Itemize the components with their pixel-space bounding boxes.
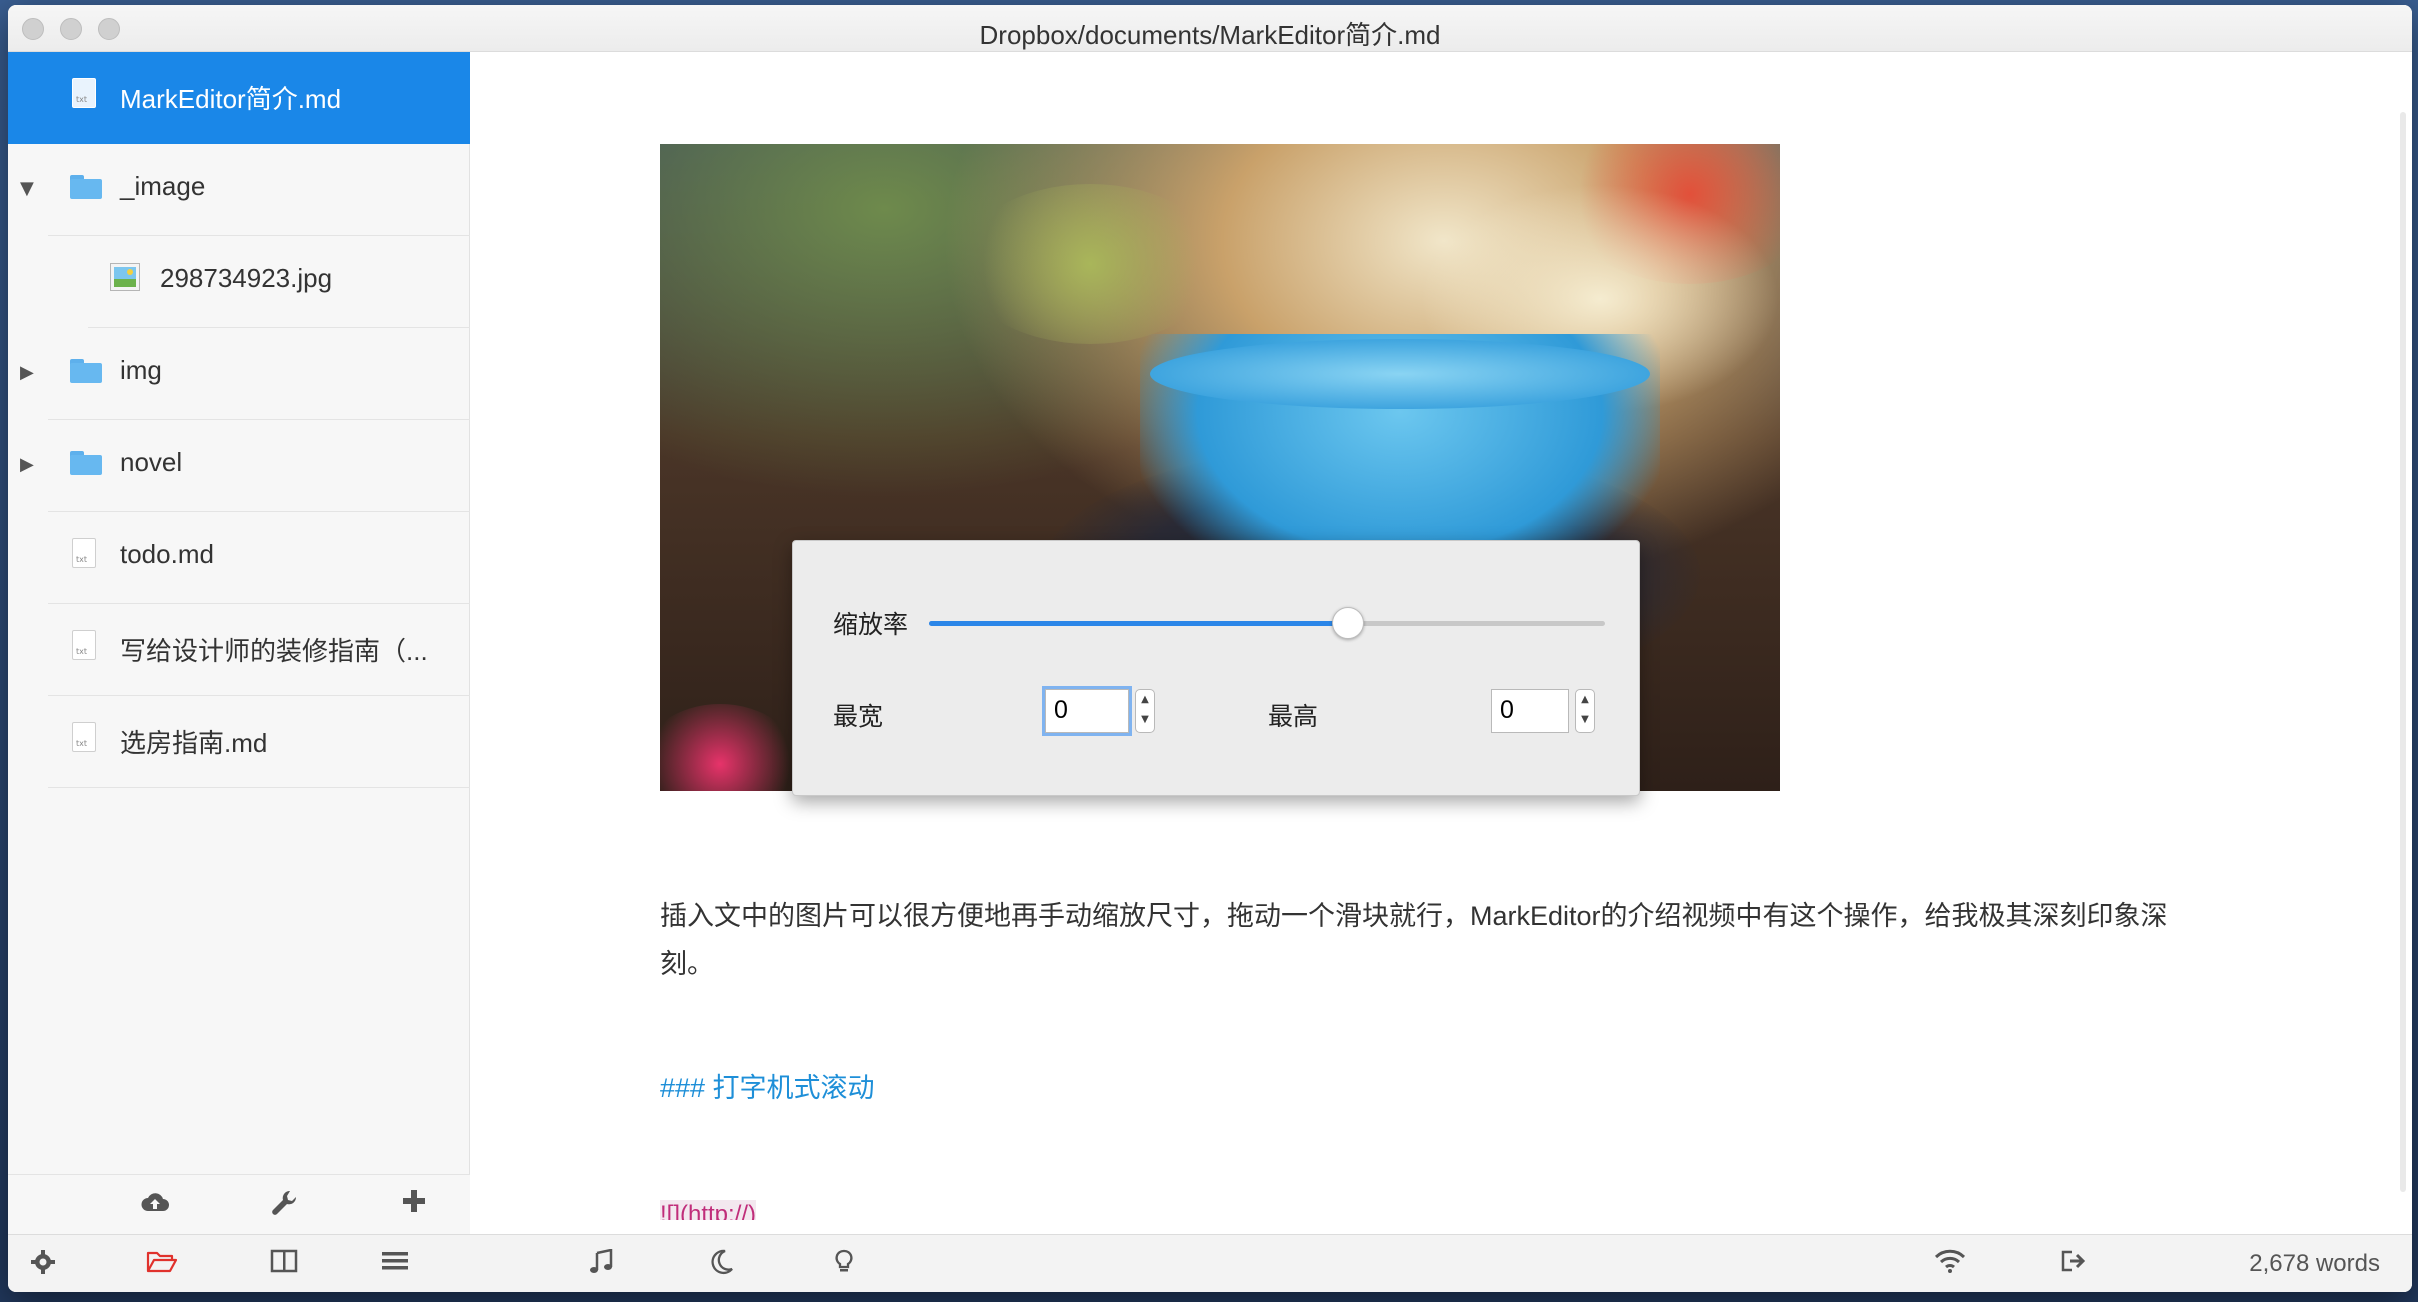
folder-icon bbox=[70, 359, 102, 383]
max-width-label: 最宽 bbox=[833, 702, 884, 731]
sidebar-item-label: todo.md bbox=[120, 539, 214, 569]
sidebar-item-label: 选房指南.md bbox=[120, 728, 268, 758]
desktop-background: Dropbox/documents/MarkEditor简介.md txt Ma… bbox=[0, 0, 2418, 1302]
max-height-field[interactable]: 0 bbox=[1491, 689, 1569, 733]
folder-icon bbox=[70, 175, 102, 199]
sidebar-item-todo[interactable]: txt todo.md bbox=[8, 512, 470, 604]
window-title: Dropbox/documents/MarkEditor简介.md bbox=[979, 20, 1441, 50]
sidebar-item-label: _image bbox=[120, 171, 206, 201]
scale-slider[interactable] bbox=[929, 621, 1605, 626]
sidebar-item-label: 298734923.jpg bbox=[160, 263, 333, 293]
title-bar: Dropbox/documents/MarkEditor简介.md bbox=[8, 5, 2412, 52]
markdown-image-link[interactable]: ![](http://) bbox=[660, 1200, 757, 1220]
app-window: Dropbox/documents/MarkEditor简介.md txt Ma… bbox=[8, 5, 2412, 1292]
max-width-stepper[interactable]: ▲ ▼ bbox=[1135, 689, 1155, 733]
text-file-icon: txt bbox=[72, 78, 96, 108]
sign-out-icon[interactable] bbox=[2060, 1249, 2088, 1280]
scale-label: 缩放率 bbox=[833, 610, 909, 639]
sidebar-item-label: novel bbox=[120, 447, 183, 477]
scale-slider-knob[interactable] bbox=[1332, 607, 1365, 639]
sidebar-item-markeditor-intro[interactable]: txt MarkEditor简介.md bbox=[8, 52, 470, 144]
folder-icon bbox=[70, 451, 102, 475]
sidebar-item-design-guide[interactable]: txt 写给设计师的装修指南（... bbox=[8, 604, 470, 696]
max-width-field[interactable]: 0 bbox=[1042, 686, 1132, 736]
max-height-stepper[interactable]: ▲ ▼ bbox=[1575, 689, 1595, 733]
folder-open-icon[interactable] bbox=[146, 1249, 178, 1282]
disclosure-expanded-icon[interactable]: ▼ bbox=[20, 178, 34, 199]
plus-icon[interactable] bbox=[402, 1189, 426, 1220]
lightbulb-icon[interactable] bbox=[834, 1249, 854, 1282]
editor-pane[interactable]: 缩放率 最宽 0 ▲ ▼ 最高 0 ▲ ▼ 插入文中的图片可以很方便地再手动缩放尺寸… bbox=[470, 52, 2412, 1234]
image-file-icon bbox=[110, 263, 140, 291]
image-resize-popover: 缩放率 最宽 0 ▲ ▼ 最高 0 ▲ ▼ bbox=[792, 540, 1640, 796]
sidebar-item-label: 写给设计师的装修指南（... bbox=[120, 636, 428, 666]
word-count: 2,678 words bbox=[2249, 1250, 2380, 1277]
file-sidebar: txt MarkEditor简介.md ▼ _image 298734923.j… bbox=[8, 52, 470, 1234]
music-icon[interactable] bbox=[588, 1248, 614, 1282]
columns-icon[interactable] bbox=[270, 1249, 298, 1280]
menu-icon[interactable] bbox=[382, 1249, 408, 1279]
editor-scrollbar[interactable] bbox=[2398, 112, 2408, 1192]
max-height-label: 最高 bbox=[1268, 702, 1319, 731]
sidebar-item-label: img bbox=[120, 355, 162, 385]
sidebar-toolbar bbox=[8, 1174, 470, 1234]
cloud-upload-icon[interactable] bbox=[140, 1189, 170, 1222]
text-file-icon: txt bbox=[72, 722, 96, 752]
text-file-icon: txt bbox=[72, 630, 96, 660]
wifi-icon[interactable] bbox=[1934, 1249, 1966, 1280]
markdown-heading[interactable]: ### 打字机式滚动 bbox=[660, 1066, 875, 1105]
scale-slider-fill bbox=[929, 621, 1349, 626]
sidebar-item-novel-folder[interactable]: ▶ novel bbox=[8, 420, 470, 512]
gear-icon[interactable] bbox=[30, 1249, 56, 1282]
disclosure-collapsed-icon[interactable]: ▶ bbox=[20, 454, 34, 475]
text-file-icon: txt bbox=[72, 538, 96, 568]
status-bar: 2,678 words bbox=[8, 1234, 2412, 1292]
sidebar-item-img-folder[interactable]: ▶ img bbox=[8, 328, 470, 420]
body-paragraph[interactable]: 插入文中的图片可以很方便地再手动缩放尺寸，拖动一个滑块就行，MarkEditor… bbox=[660, 892, 2220, 988]
wrench-icon[interactable] bbox=[270, 1189, 298, 1224]
sidebar-item-house-guide[interactable]: txt 选房指南.md bbox=[8, 696, 470, 788]
disclosure-collapsed-icon[interactable]: ▶ bbox=[20, 362, 34, 383]
sidebar-item-image-folder[interactable]: ▼ _image bbox=[8, 144, 470, 236]
moon-icon[interactable] bbox=[710, 1249, 734, 1282]
sidebar-item-image-file[interactable]: 298734923.jpg bbox=[8, 236, 470, 328]
sidebar-item-label: MarkEditor简介.md bbox=[120, 84, 342, 114]
